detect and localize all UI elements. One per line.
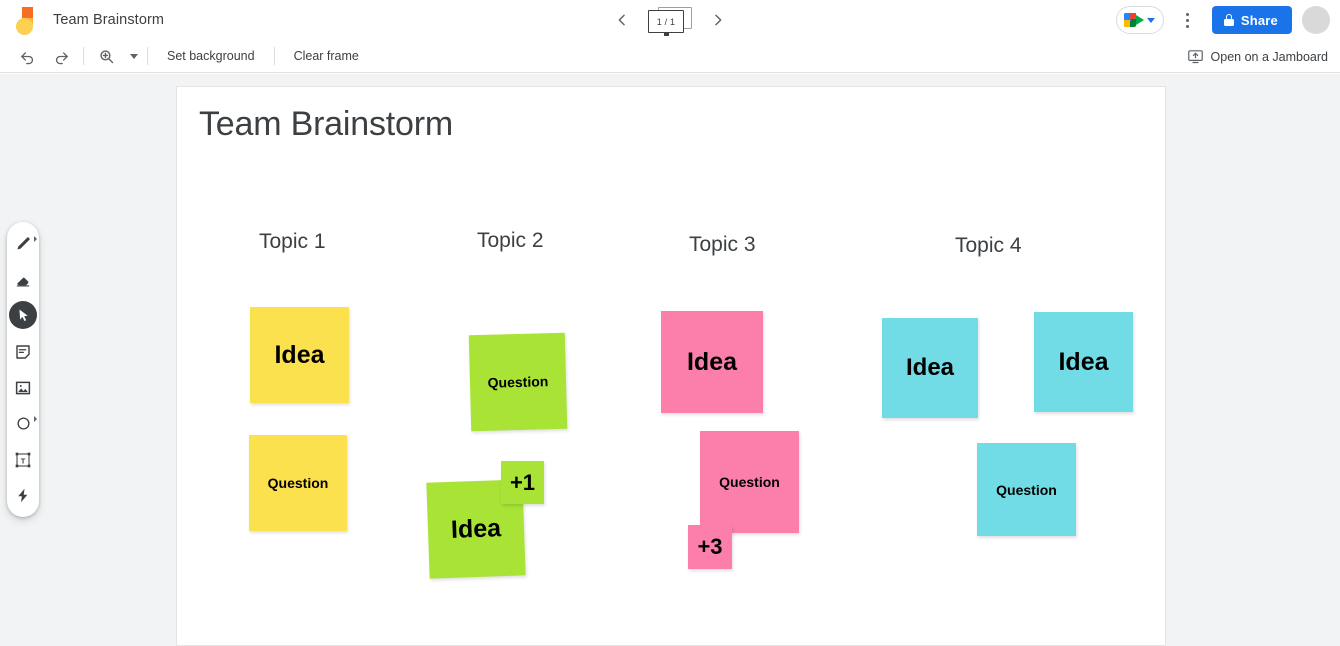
present-to-device-icon — [1187, 50, 1203, 64]
canvas-title[interactable]: Team Brainstorm — [199, 105, 453, 144]
sticky-note-stack-badge[interactable]: +3 — [688, 525, 732, 569]
top-app-bar: Team Brainstorm 1 / 1 Share — [0, 0, 1340, 40]
brand-area: Team Brainstorm — [0, 6, 164, 35]
topic-heading[interactable]: Topic 3 — [689, 233, 756, 257]
text-box-icon: T — [15, 452, 31, 467]
laser-tool[interactable] — [8, 479, 38, 512]
sticky-note[interactable]: Idea — [250, 307, 349, 403]
zoom-dropdown-button[interactable] — [130, 53, 138, 59]
topic-heading[interactable]: Topic 4 — [955, 234, 1022, 258]
next-frame-button[interactable] — [706, 8, 730, 32]
frame-selector-button[interactable]: 1 / 1 — [648, 6, 692, 36]
jamboard-app: Team Brainstorm 1 / 1 Share Set backgrou… — [0, 0, 1340, 646]
sticky-note-tool[interactable] — [8, 335, 38, 368]
document-title[interactable]: Team Brainstorm — [53, 12, 164, 28]
share-button[interactable]: Share — [1211, 6, 1292, 34]
sticky-note[interactable]: Question — [977, 443, 1076, 536]
svg-text:T: T — [21, 456, 26, 465]
sticky-note[interactable]: Question — [249, 435, 347, 531]
circle-shape-icon — [16, 417, 30, 430]
sticky-note[interactable]: Question — [700, 431, 799, 533]
frame-counter: 1 / 1 — [656, 16, 676, 27]
undo-icon — [20, 51, 33, 64]
sticky-note[interactable]: Idea — [882, 318, 978, 418]
redo-button[interactable] — [48, 43, 74, 69]
image-tool[interactable] — [8, 371, 38, 404]
open-on-jamboard-label: Open on a Jamboard — [1210, 49, 1328, 64]
frame-navigation: 1 / 1 — [610, 0, 730, 40]
undo-button[interactable] — [14, 43, 40, 69]
set-background-button[interactable]: Set background — [157, 45, 265, 67]
chevron-left-icon — [618, 14, 625, 26]
zoom-in-icon — [99, 49, 113, 63]
pen-tool[interactable] — [8, 227, 38, 260]
google-meet-button[interactable] — [1115, 6, 1164, 34]
cursor-arrow-icon — [18, 309, 28, 321]
lock-icon — [1223, 14, 1234, 26]
shape-tool[interactable] — [8, 407, 38, 440]
previous-frame-button[interactable] — [610, 8, 634, 32]
toolbar-divider-3 — [273, 47, 275, 65]
more-vertical-icon — [1186, 12, 1190, 16]
sticky-note[interactable]: Idea — [1034, 312, 1133, 412]
open-on-jamboard-button[interactable]: Open on a Jamboard — [1187, 40, 1328, 73]
topic-heading[interactable]: Topic 2 — [477, 229, 544, 253]
textbox-tool[interactable]: T — [8, 443, 38, 476]
pen-flyout-indicator[interactable] — [34, 236, 37, 242]
tool-rail: T — [7, 222, 39, 517]
toolbar-divider-1 — [83, 47, 84, 65]
toolbar-divider-2 — [147, 47, 148, 65]
sticky-note-icon — [16, 344, 30, 359]
jamboard-logo-icon — [13, 6, 39, 35]
secondary-toolbar: Set background Clear frame Open on a Jam… — [0, 40, 1340, 73]
zoom-button[interactable] — [93, 43, 119, 69]
clear-frame-button[interactable]: Clear frame — [284, 45, 369, 67]
laser-pointer-icon — [17, 488, 27, 503]
more-options-button[interactable] — [1174, 6, 1202, 34]
shape-flyout-indicator[interactable] — [34, 416, 37, 422]
sticky-note[interactable]: Idea — [661, 311, 763, 413]
google-meet-icon — [1123, 13, 1144, 27]
select-tool[interactable] — [8, 299, 38, 332]
share-button-label: Share — [1240, 12, 1278, 28]
caret-down-icon — [1146, 17, 1155, 23]
avatar[interactable] — [1302, 6, 1330, 34]
eraser-icon — [16, 277, 30, 287]
image-icon — [15, 381, 31, 394]
topic-heading[interactable]: Topic 1 — [259, 230, 326, 254]
sticky-note[interactable]: Question — [468, 332, 568, 432]
top-bar-actions: Share — [1115, 0, 1330, 40]
pen-icon — [16, 237, 30, 250]
eraser-tool[interactable] — [8, 263, 38, 296]
sticky-note-stack-badge[interactable]: +1 — [501, 461, 544, 504]
chevron-right-icon — [715, 14, 722, 26]
redo-icon — [55, 51, 68, 64]
